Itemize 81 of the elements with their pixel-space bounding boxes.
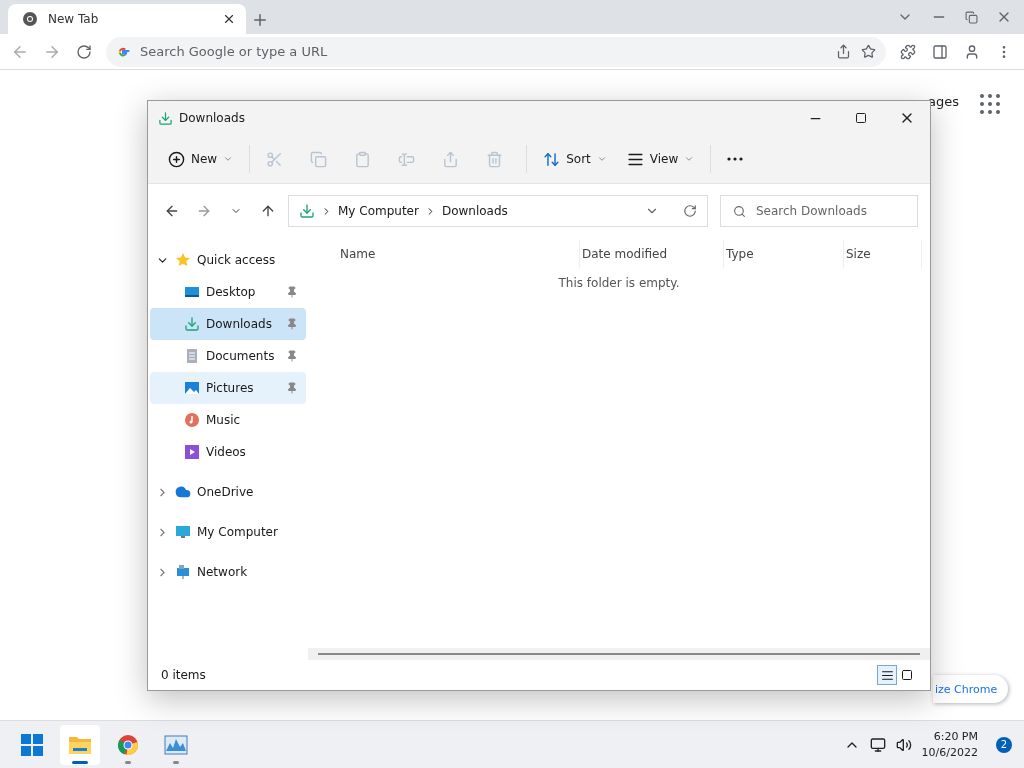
- nav-item[interactable]: Music: [150, 404, 306, 436]
- caret-icon: [596, 154, 607, 164]
- column-header[interactable]: Type: [724, 240, 844, 268]
- plus-circle-icon: [168, 150, 185, 168]
- side-panel-icon[interactable]: [932, 43, 948, 60]
- taskbar-app[interactable]: [60, 724, 100, 765]
- windows-icon: [21, 733, 43, 756]
- nav-item[interactable]: Pictures: [150, 372, 306, 404]
- sort-button[interactable]: Sort: [535, 142, 615, 176]
- address-bar[interactable]: Search Google or type a URL: [106, 36, 886, 67]
- restore-icon[interactable]: [965, 10, 978, 24]
- caret-icon: [684, 154, 695, 164]
- column-header[interactable]: Date modified: [580, 240, 724, 268]
- window-title: Downloads: [179, 111, 245, 125]
- copy-icon: [310, 150, 328, 168]
- more-icon: [727, 157, 744, 161]
- breadcrumb[interactable]: Downloads: [441, 204, 508, 218]
- star-icon: [175, 252, 191, 268]
- trash-icon: [486, 150, 504, 168]
- speaker-icon[interactable]: [895, 736, 912, 753]
- nav-item[interactable]: Downloads: [150, 308, 306, 340]
- nav-item[interactable]: My Computer: [150, 516, 306, 548]
- search-field[interactable]: Search Downloads: [720, 195, 918, 227]
- notification-badge[interactable]: 2: [996, 736, 1012, 753]
- network-icon[interactable]: [869, 736, 886, 753]
- desktop-icon: [184, 284, 200, 300]
- rename-icon: [398, 150, 416, 168]
- cloud-icon: [175, 484, 191, 500]
- nav-item[interactable]: OneDrive: [150, 476, 306, 508]
- new-button[interactable]: New: [160, 142, 242, 176]
- reload-icon[interactable]: [76, 43, 92, 60]
- customize-button[interactable]: ize Chrome: [933, 675, 1008, 703]
- back-icon[interactable]: [164, 203, 180, 219]
- clock[interactable]: 6:20 PM 10/6/2022: [921, 728, 978, 761]
- download-icon: [299, 203, 315, 219]
- browser-tab[interactable]: New Tab: [8, 4, 246, 34]
- column-header[interactable]: Name: [338, 240, 580, 268]
- forward-icon[interactable]: [196, 203, 212, 219]
- up-icon[interactable]: [260, 203, 276, 219]
- images-link[interactable]: ages: [928, 94, 959, 109]
- maximize-icon[interactable]: [855, 112, 867, 124]
- chrome-icon: [22, 11, 38, 27]
- close-icon[interactable]: [222, 12, 236, 26]
- nav-item[interactable]: Quick access: [150, 244, 306, 276]
- chart-window-icon: [164, 734, 188, 755]
- item-count: 0 items: [161, 668, 206, 682]
- nav-item[interactable]: Documents: [150, 340, 306, 372]
- profile-icon[interactable]: [964, 43, 980, 60]
- monitor-icon: [175, 524, 191, 540]
- picture-icon: [184, 380, 200, 396]
- download-icon: [158, 110, 173, 126]
- scrollbar[interactable]: [308, 648, 930, 660]
- caret-icon: [223, 154, 234, 164]
- sort-icon: [543, 150, 561, 168]
- details-view-button[interactable]: [877, 665, 897, 685]
- empty-message: This folder is empty.: [558, 276, 680, 290]
- chrome-icon: [117, 733, 139, 756]
- puzzle-icon[interactable]: [900, 43, 916, 60]
- share-icon: [442, 150, 460, 168]
- video-icon: [184, 444, 200, 460]
- share-icon[interactable]: [836, 44, 851, 59]
- scissors-icon: [266, 150, 284, 168]
- breadcrumb[interactable]: My Computer: [338, 204, 419, 218]
- apps-icon[interactable]: [980, 94, 1000, 114]
- search-icon: [733, 204, 746, 218]
- clipboard-icon: [354, 150, 372, 168]
- nav-item[interactable]: Desktop: [150, 276, 306, 308]
- refresh-icon: [683, 204, 697, 218]
- network-icon: [175, 564, 191, 580]
- address-bar[interactable]: My Computer Downloads: [288, 195, 708, 227]
- download-icon: [184, 316, 200, 332]
- square-icon: [901, 669, 913, 681]
- nav-item[interactable]: Network: [150, 556, 306, 588]
- nav-item[interactable]: Videos: [150, 436, 306, 468]
- new-tab-icon[interactable]: [251, 11, 269, 29]
- star-icon[interactable]: [861, 44, 876, 59]
- document-icon: [184, 348, 200, 364]
- music-icon: [184, 412, 200, 428]
- column-header[interactable]: Size: [844, 240, 922, 268]
- view-button[interactable]: View: [618, 142, 703, 176]
- lines-icon: [880, 668, 894, 682]
